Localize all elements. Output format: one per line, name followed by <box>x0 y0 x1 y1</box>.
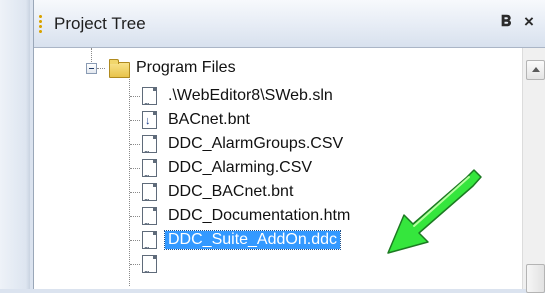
green-arrow-icon <box>387 169 482 254</box>
green-arrow-shape <box>387 169 482 254</box>
green-arrow-highlight <box>413 176 470 227</box>
